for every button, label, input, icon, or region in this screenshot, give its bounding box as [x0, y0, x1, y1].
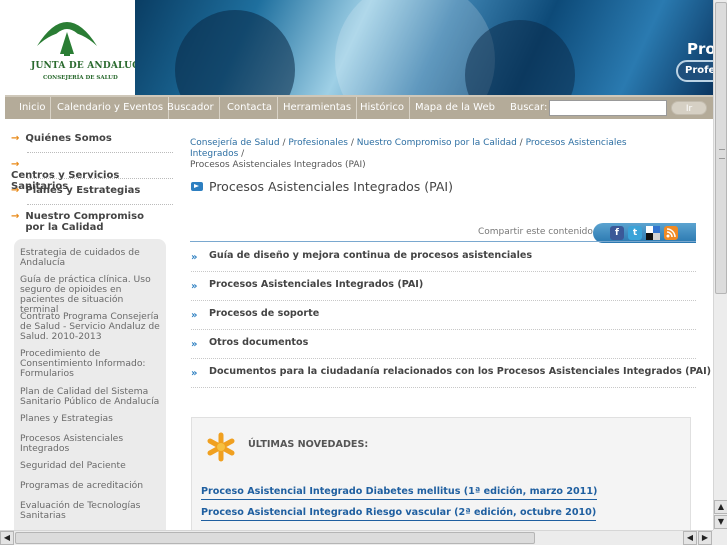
- logo-subtitle: CONSEJERÍA DE SALUD: [43, 75, 118, 81]
- list-item-link[interactable]: Documentos para la ciudadanía relacionad…: [209, 366, 711, 377]
- breadcrumb-link[interactable]: Profesionales: [288, 138, 348, 148]
- arrow-right-icon: →: [11, 185, 20, 196]
- scroll-left-icon[interactable]: ◀: [683, 531, 697, 545]
- search-label: Buscar:: [510, 102, 548, 113]
- sidebar-submenu: Estrategia de cuidados de Andalucía Guía…: [14, 239, 166, 530]
- double-chevron-icon: »: [191, 281, 198, 292]
- sidebar-item-label: Nuestro Compromiso por la Calidad: [25, 211, 144, 233]
- horizontal-scrollbar[interactable]: ◀ ◀ ▶: [0, 530, 713, 545]
- scroll-left-icon[interactable]: ◀: [0, 531, 14, 545]
- main-nav: Inicio Calendario y Eventos Buscador Con…: [5, 95, 713, 119]
- list-item[interactable]: » Otros documentos: [191, 330, 696, 359]
- vertical-scrollbar[interactable]: ▲ ▼: [713, 0, 727, 530]
- banner-title: Prof: [687, 40, 713, 58]
- submenu-item[interactable]: Planes y Estrategias: [20, 414, 162, 424]
- list-item-link[interactable]: Procesos de soporte: [209, 308, 319, 319]
- double-chevron-icon: »: [191, 252, 198, 263]
- sidebar-item-quienes-somos[interactable]: → Quiénes Somos: [11, 133, 112, 144]
- header-banner: Prof Profes: [135, 0, 713, 95]
- news-link[interactable]: Proceso Asistencial Integrado Diabetes m…: [201, 486, 598, 500]
- submenu-item[interactable]: Estrategia de cuidados de Andalucía: [20, 248, 162, 268]
- scroll-down-icon[interactable]: ▼: [714, 515, 727, 529]
- breadcrumb-link[interactable]: Consejería de Salud: [190, 138, 280, 148]
- arrow-right-icon: →: [11, 211, 20, 222]
- news-link[interactable]: Proceso Asistencial Integrado Riesgo vas…: [201, 507, 597, 521]
- breadcrumb-separator: /: [516, 138, 526, 148]
- list-item[interactable]: » Documentos para la ciudadanía relacion…: [191, 359, 711, 388]
- site-header: JUNTA DE ANDALUCIA CONSEJERÍA DE SALUD P…: [5, 0, 713, 95]
- sidebar-item-planes[interactable]: → Planes y Estrategias: [11, 185, 140, 196]
- submenu-item[interactable]: Plan de Calidad del Sistema Sanitario Pú…: [20, 387, 162, 407]
- submenu-item[interactable]: Contrato Programa Consejería de Salud - …: [20, 312, 162, 342]
- scroll-right-icon[interactable]: ▶: [698, 531, 712, 545]
- page-title: Procesos Asistenciales Integrados (PAI): [209, 179, 453, 194]
- twitter-icon[interactable]: t: [628, 226, 642, 240]
- rss-icon[interactable]: [664, 226, 678, 240]
- nav-historico[interactable]: Histórico: [355, 97, 411, 119]
- nav-contacta[interactable]: Contacta: [222, 97, 279, 119]
- double-chevron-icon: »: [191, 310, 198, 321]
- left-sidebar: → Quiénes Somos →Centros y Servicios Sani…: [5, 119, 175, 530]
- content-divider: [190, 241, 696, 242]
- double-chevron-icon: »: [191, 339, 198, 350]
- nav-herramientas[interactable]: Herramientas: [278, 97, 358, 119]
- list-item-link[interactable]: Guía de diseño y mejora continua de proc…: [209, 250, 532, 261]
- sidebar-item-compromiso[interactable]: → Nuestro Compromiso por la Calidad: [11, 211, 165, 233]
- share-icons-strip: f t: [593, 223, 696, 243]
- double-chevron-icon: »: [191, 368, 198, 379]
- nav-calendario[interactable]: Calendario y Eventos: [52, 97, 170, 119]
- news-heading: ÚLTIMAS NOVEDADES:: [248, 439, 369, 450]
- breadcrumb-separator: /: [347, 138, 357, 148]
- profesionales-button[interactable]: Profes: [676, 60, 713, 82]
- submenu-item[interactable]: Seguridad del Paciente: [20, 461, 162, 471]
- arrow-box-icon: [191, 182, 203, 191]
- news-box: ÚLTIMAS NOVEDADES: Proceso Asistencial I…: [191, 417, 691, 532]
- junta-logo[interactable]: JUNTA DE ANDALUCIA CONSEJERÍA DE SALUD: [5, 0, 151, 95]
- scroll-up-icon[interactable]: ▲: [714, 500, 727, 514]
- search-input[interactable]: [549, 100, 667, 116]
- list-item[interactable]: » Procesos de soporte: [191, 301, 696, 330]
- vertical-scroll-thumb[interactable]: [715, 2, 727, 294]
- breadcrumb: Consejería de Salud / Profesionales / Nu…: [190, 138, 660, 171]
- breadcrumb-link[interactable]: Nuestro Compromiso por la Calidad: [357, 138, 517, 148]
- facebook-icon[interactable]: f: [610, 226, 624, 240]
- sidebar-item-label: Quiénes Somos: [25, 133, 112, 144]
- nav-buscador[interactable]: Buscador: [162, 97, 220, 119]
- search-go-button[interactable]: Ir: [671, 101, 707, 115]
- submenu-item[interactable]: Guía de práctica clínica. Uso seguro de …: [20, 275, 162, 315]
- submenu-item[interactable]: Procesos Asistenciales Integrados: [20, 434, 162, 454]
- horizontal-scroll-thumb[interactable]: [15, 532, 535, 544]
- list-item[interactable]: » Guía de diseño y mejora continua de pr…: [191, 243, 696, 272]
- list-item[interactable]: » Procesos Asistenciales Integrados (PAI…: [191, 272, 696, 301]
- junta-emblem-icon: [37, 22, 97, 56]
- logo-name: JUNTA DE ANDALUCIA: [31, 61, 152, 71]
- scrollbar-corner: [713, 530, 727, 545]
- sidebar-item-label: Planes y Estrategias: [25, 185, 141, 196]
- submenu-item[interactable]: Procedimiento de Consentimiento Informad…: [20, 349, 162, 379]
- list-item-link[interactable]: Otros documentos: [209, 337, 308, 348]
- delicious-icon[interactable]: [646, 226, 660, 240]
- nav-inicio[interactable]: Inicio: [14, 97, 52, 119]
- nav-mapa-web[interactable]: Mapa de la Web: [410, 97, 500, 119]
- breadcrumb-separator: /: [238, 149, 245, 159]
- submenu-item[interactable]: Programas de acreditación: [20, 481, 162, 491]
- list-item-link[interactable]: Procesos Asistenciales Integrados (PAI): [209, 279, 423, 290]
- submenu-item[interactable]: Evaluación de Tecnologías Sanitarias: [20, 501, 162, 521]
- share-label: Compartir este contenido:: [478, 227, 596, 237]
- arrow-right-icon: →: [11, 159, 20, 170]
- breadcrumb-current: Procesos Asistenciales Integrados (PAI): [190, 160, 366, 170]
- arrow-right-icon: →: [11, 133, 20, 144]
- asterisk-icon: [207, 432, 235, 462]
- share-bar: Compartir este contenido: f t: [475, 223, 696, 243]
